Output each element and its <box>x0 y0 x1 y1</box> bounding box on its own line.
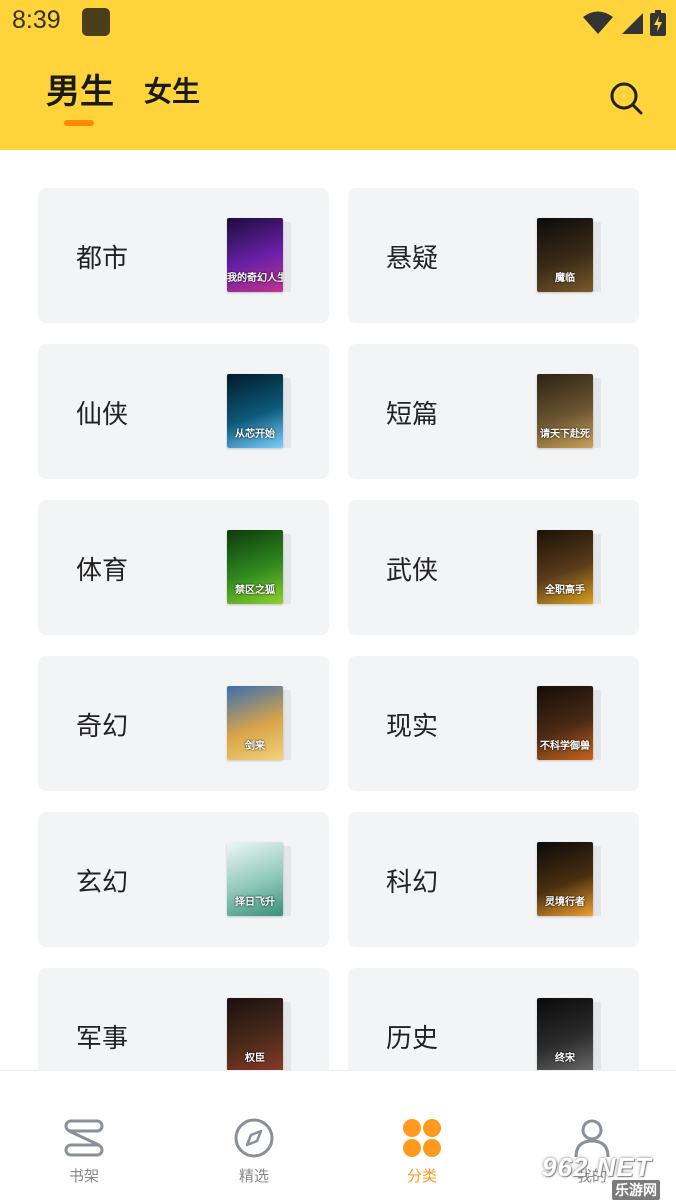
signal-icon <box>622 13 643 34</box>
compass-icon <box>234 1118 274 1158</box>
watermark-sub: 乐游网 <box>612 1180 660 1200</box>
category-label: 悬疑 <box>386 244 439 274</box>
book-cover-title: 我的奇幻人生 <box>227 273 283 284</box>
category-card[interactable]: 科幻灵境行者 <box>348 812 639 947</box>
category-label: 科幻 <box>386 868 439 898</box>
active-tab-indicator <box>64 120 94 126</box>
book-cover: 终宋 <box>537 998 593 1070</box>
book-cover: 禁区之狐 <box>227 530 283 604</box>
category-label: 玄幻 <box>76 868 129 898</box>
category-label: 仙侠 <box>76 400 129 430</box>
category-card[interactable]: 武侠全职高手 <box>348 500 639 635</box>
category-card[interactable]: 现实不科学御兽 <box>348 656 639 791</box>
category-content: 都市 我的奇幻人生 悬疑 魔临 仙侠 从芯开始 短篇 请天下赴死 体育 禁区之狐 武侠 全职高手 奇幻剑… <box>0 150 676 1070</box>
header: 男生 女生 <box>0 48 676 150</box>
nav-category[interactable]: 分类 <box>362 1117 482 1186</box>
book-cover-stack: 请天下赴死 <box>537 374 601 450</box>
book-cover-title: 请天下赴死 <box>540 429 590 440</box>
book-cover-stack: 灵境行者 <box>537 842 601 918</box>
category-card[interactable]: 都市我的奇幻人生 <box>38 188 329 323</box>
search-icon[interactable] <box>606 78 646 118</box>
status-bar: 8:39 <box>0 0 676 48</box>
battery-charging-icon <box>650 10 666 36</box>
book-cover-title: 魔临 <box>555 273 575 284</box>
book-cover: 从芯开始 <box>227 374 283 448</box>
book-cover: 魔临 <box>537 218 593 292</box>
book-cover-stack: 禁区之狐 <box>227 530 291 606</box>
category-grid-icon <box>403 1119 441 1157</box>
book-cover: 我的奇幻人生 <box>227 218 283 292</box>
tab-male[interactable]: 男生 <box>46 64 114 113</box>
book-cover: 权臣 <box>227 998 283 1070</box>
category-label: 短篇 <box>386 400 439 430</box>
book-cover-stack: 择日飞升 <box>227 842 291 918</box>
tab-female[interactable]: 女生 <box>144 70 200 110</box>
nav-picks[interactable]: 精选 <box>194 1117 314 1186</box>
book-cover-title: 禁区之狐 <box>235 585 275 596</box>
watermark: 962.NET 乐游网 <box>536 1150 676 1203</box>
nav-picks-label: 精选 <box>238 1167 269 1185</box>
book-cover: 全职高手 <box>537 530 593 604</box>
app-notification-icon <box>82 8 110 36</box>
book-cover-stack: 我的奇幻人生 <box>227 218 291 294</box>
book-cover-stack: 终宋 <box>537 998 601 1070</box>
category-card[interactable]: 历史终宋 <box>348 968 639 1070</box>
category-label: 军事 <box>76 1024 129 1054</box>
book-cover: 请天下赴死 <box>537 374 593 448</box>
nav-bookshelf[interactable]: 书架 <box>24 1117 144 1186</box>
bookshelf-icon <box>64 1119 104 1157</box>
book-cover-title: 灵境行者 <box>545 897 585 908</box>
category-card[interactable]: 军事权臣 <box>38 968 329 1070</box>
status-icons <box>582 10 666 36</box>
book-cover: 灵境行者 <box>537 842 593 916</box>
watermark-main: 962.NET <box>542 1152 652 1182</box>
category-label: 体育 <box>76 556 129 586</box>
book-cover-stack: 全职高手 <box>537 530 601 606</box>
status-time: 8:39 <box>12 6 61 34</box>
category-label: 奇幻 <box>76 712 129 742</box>
book-cover-title: 剑来 <box>245 741 265 752</box>
book-cover-stack: 权臣 <box>227 998 291 1070</box>
book-cover-title: 从芯开始 <box>235 429 275 440</box>
book-cover-title: 全职高手 <box>545 585 585 596</box>
category-label: 历史 <box>386 1024 439 1054</box>
category-grid: 都市 我的奇幻人生 悬疑 魔临 仙侠 从芯开始 短篇 请天下赴死 体育 禁区之狐 武侠 全职高手 奇幻剑… <box>38 188 639 1070</box>
book-cover-stack: 不科学御兽 <box>537 686 601 762</box>
category-card[interactable]: 体育禁区之狐 <box>38 500 329 635</box>
category-label: 武侠 <box>386 556 439 586</box>
category-card[interactable]: 悬疑魔临 <box>348 188 639 323</box>
book-cover: 剑来 <box>227 686 283 760</box>
book-cover: 择日飞升 <box>227 842 283 916</box>
book-cover-title: 终宋 <box>555 1053 575 1064</box>
category-card[interactable]: 短篇请天下赴死 <box>348 344 639 479</box>
category-card[interactable]: 奇幻剑来 <box>38 656 329 791</box>
category-card[interactable]: 仙侠从芯开始 <box>38 344 329 479</box>
wifi-icon <box>583 11 613 34</box>
nav-category-label: 分类 <box>406 1167 437 1185</box>
category-label: 都市 <box>76 244 129 274</box>
book-cover-stack: 从芯开始 <box>227 374 291 450</box>
category-label: 现实 <box>386 712 439 742</box>
book-cover-stack: 剑来 <box>227 686 291 762</box>
category-card[interactable]: 玄幻择日飞升 <box>38 812 329 947</box>
book-cover-title: 不科学御兽 <box>540 741 590 752</box>
book-cover-title: 权臣 <box>245 1053 265 1064</box>
nav-bookshelf-label: 书架 <box>68 1167 99 1185</box>
book-cover: 不科学御兽 <box>537 686 593 760</box>
book-cover-title: 择日飞升 <box>235 897 275 908</box>
book-cover-stack: 魔临 <box>537 218 601 294</box>
